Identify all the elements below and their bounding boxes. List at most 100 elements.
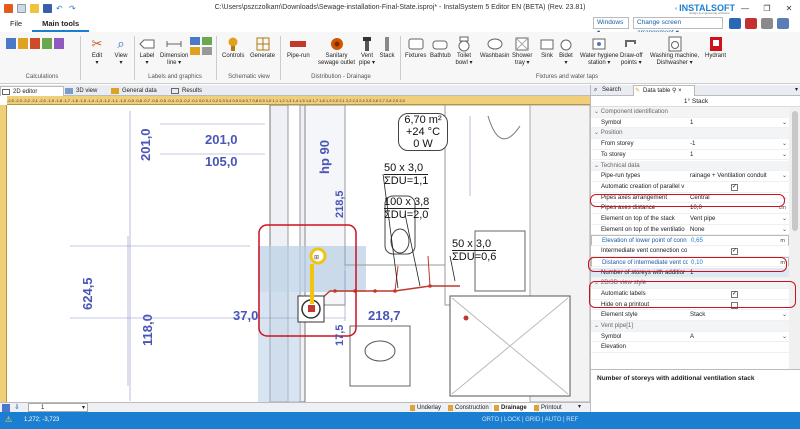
- property-section[interactable]: ⌄ Technical data: [591, 160, 789, 172]
- chevron-down-icon[interactable]: ⌄: [782, 150, 787, 161]
- property-value[interactable]: None: [690, 225, 785, 236]
- property-row[interactable]: Element on top of the ventilatio None ⌄: [591, 225, 789, 236]
- help-icon[interactable]: [777, 18, 789, 29]
- shower-tray-button[interactable]: Shower tray ▾: [512, 35, 532, 67]
- close-button[interactable]: ✕: [778, 0, 800, 16]
- hydrant-label: Hydrant: [705, 53, 727, 59]
- graphics-icon-group[interactable]: [190, 35, 212, 55]
- sink-button[interactable]: Sink: [538, 35, 556, 60]
- tab-results[interactable]: Results: [170, 86, 218, 96]
- vent-pipe-button[interactable]: Vent pipe ▾: [358, 35, 376, 67]
- drawing-canvas[interactable]: ⊞ -2,5 -2,3 -2,2 -2,1 -2,0 -1,9 -1,8 -1,…: [0, 96, 590, 402]
- toilet-bowl-button[interactable]: Toilet bowl ▾: [455, 35, 473, 67]
- edit-button[interactable]: ✂ Edit ▾: [88, 35, 106, 67]
- add-floor-icon[interactable]: [2, 404, 10, 412]
- property-row[interactable]: Pipe-run types rainage + Ventilation cond…: [591, 171, 789, 182]
- minimize-button[interactable]: —: [734, 0, 756, 16]
- screen-arrangement-dropdown[interactable]: Change screen arrangement ▾: [633, 17, 723, 36]
- pipe-label[interactable]: 50 x 3,0 ΣDU=0,6: [452, 238, 497, 263]
- checkbox[interactable]: ✓: [731, 248, 738, 256]
- chevron-down-icon[interactable]: ⌄: [782, 310, 787, 321]
- tab-3d-view[interactable]: 3D view: [64, 86, 110, 96]
- property-value[interactable]: Vent pipe: [690, 214, 785, 225]
- property-row[interactable]: Symbol 1 ⌄: [591, 118, 789, 129]
- property-row[interactable]: Automatic creation of parallel v ✓: [591, 182, 789, 193]
- washbasin-button[interactable]: Washbasin: [480, 35, 509, 60]
- dimension-line-button[interactable]: Dimension line ▾: [160, 35, 188, 67]
- chevron-down-icon[interactable]: ⌄: [782, 332, 787, 343]
- maximize-button[interactable]: ❐: [756, 0, 778, 16]
- property-value[interactable]: A: [690, 332, 785, 343]
- pipe-run-button[interactable]: Pipe-run: [287, 35, 310, 60]
- property-row[interactable]: From storey -1 ⌄: [591, 139, 789, 150]
- settings-icon[interactable]: [761, 18, 773, 29]
- tab-general-data[interactable]: General data: [110, 86, 170, 96]
- property-grid: ⌄ Component identification Symbol 1 ⌄ ⌄ Posi…: [591, 107, 789, 369]
- property-value[interactable]: 1: [690, 118, 785, 129]
- calc-check-icon[interactable]: [42, 38, 52, 49]
- property-section[interactable]: ⌄ Position: [591, 128, 789, 140]
- washing-machine-button[interactable]: Washing machine, Dishwasher ▾: [650, 35, 699, 67]
- panel-scrollbar[interactable]: [789, 107, 800, 369]
- room-label[interactable]: 6,70 m² +24 °C 0 W: [398, 113, 448, 151]
- property-name: Elevation: [601, 343, 627, 351]
- chevron-down-icon[interactable]: ⌄: [782, 118, 787, 129]
- water-hygiene-station-button[interactable]: Water hygiene station ▾: [580, 35, 618, 67]
- calc-report-icon[interactable]: [54, 38, 64, 49]
- property-value[interactable]: 1: [690, 150, 785, 161]
- bidet-button[interactable]: Bidet ▾: [557, 35, 575, 67]
- pipe-label[interactable]: 100 x 3,8 ΣDU=2,0: [384, 196, 430, 221]
- checkbox[interactable]: ✓: [731, 183, 738, 191]
- chevron-down-icon[interactable]: ⌄: [782, 139, 787, 150]
- controls-button[interactable]: Controls: [222, 35, 244, 60]
- property-row[interactable]: Symbol A ⌄: [591, 332, 789, 343]
- stack-button[interactable]: Stack: [378, 35, 396, 60]
- warning-icon[interactable]: ⚠: [5, 415, 12, 424]
- generate-button[interactable]: Generate: [250, 35, 275, 60]
- lock-layout-icon[interactable]: [745, 18, 757, 29]
- shape-icon[interactable]: [190, 47, 200, 55]
- panel-menu-icon[interactable]: ▾: [795, 86, 798, 93]
- view-button[interactable]: ⌕ View ▾: [112, 35, 130, 67]
- tab-data-table[interactable]: ✎ Data table ⚲ ×: [633, 85, 695, 96]
- tab-2d-editor[interactable]: 2D editor: [0, 86, 64, 96]
- windows-dropdown[interactable]: Windows ▾: [593, 17, 629, 36]
- bathtub-button[interactable]: Bathtub: [430, 35, 451, 60]
- property-row[interactable]: To storey 1 ⌄: [591, 150, 789, 161]
- property-section[interactable]: ⌄ Vent pipe[1]: [591, 321, 789, 332]
- image-icon[interactable]: [202, 37, 212, 45]
- tab-search[interactable]: ⌕ Search: [593, 85, 633, 96]
- tab-file[interactable]: File: [0, 16, 32, 32]
- tabs-dropdown-icon[interactable]: ▾: [578, 403, 581, 410]
- property-row[interactable]: Elevation of lower point of conn 0,65 m: [591, 235, 789, 247]
- property-row[interactable]: Element on top of the stack Vent pipe ⌄: [591, 214, 789, 225]
- draw-off-points-button[interactable]: Draw-off points ▾: [620, 35, 643, 67]
- sanitary-outlet-button[interactable]: Sanitary sewage outlet: [318, 35, 355, 67]
- hydrant-button[interactable]: Hydrant: [705, 35, 726, 60]
- property-section[interactable]: ⌄ Component identification: [591, 107, 789, 118]
- pipe-label[interactable]: 50 x 3,0 ΣDU=1,1: [384, 162, 429, 187]
- calc-table-icon[interactable]: [18, 38, 28, 49]
- calc-settings-icon[interactable]: [6, 38, 16, 49]
- property-value[interactable]: -1: [690, 139, 785, 150]
- floor-selector[interactable]: 1 ▾: [28, 403, 88, 412]
- chevron-down-icon[interactable]: ⌄: [782, 225, 787, 236]
- save-layout-icon[interactable]: [729, 18, 741, 29]
- snap-modes[interactable]: ORTO | LOCK | GRID | AUTO | REF: [482, 417, 578, 423]
- pin-close-icon[interactable]: ⚲ ×: [672, 88, 682, 94]
- property-row[interactable]: Elevation: [591, 342, 789, 354]
- property-value[interactable]: Stack: [690, 310, 785, 321]
- chevron-down-icon[interactable]: ⌄: [782, 214, 787, 225]
- floor-down-icon[interactable]: ⇓: [14, 403, 20, 411]
- calculations-icon-group[interactable]: [6, 35, 64, 49]
- label-button[interactable]: Label ▾: [138, 35, 156, 67]
- chevron-down-icon[interactable]: ⌄: [782, 171, 787, 182]
- table-icon[interactable]: [202, 47, 212, 55]
- fixtures-button[interactable]: Fixtures: [405, 35, 426, 60]
- property-value[interactable]: rainage + Ventilation conduit: [690, 171, 785, 182]
- tab-main-tools[interactable]: Main tools: [32, 16, 90, 32]
- text-icon[interactable]: [190, 37, 200, 45]
- property-row[interactable]: Element style Stack ⌄: [591, 310, 789, 321]
- calc-run-icon[interactable]: [30, 38, 40, 49]
- property-row[interactable]: Intermediate vent connection co ✓: [591, 246, 789, 257]
